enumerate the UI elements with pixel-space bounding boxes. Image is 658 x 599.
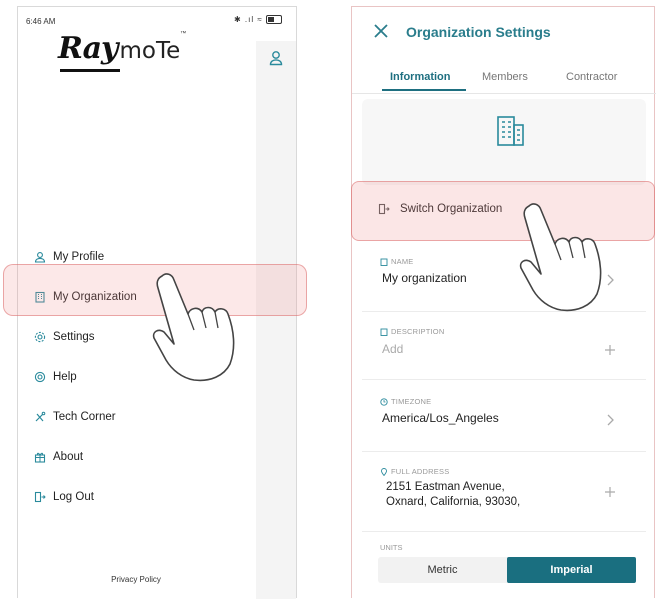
- drawer-backdrop[interactable]: [256, 41, 296, 599]
- gear-icon: [34, 331, 46, 343]
- menu-item-tech-corner[interactable]: Tech Corner: [18, 397, 257, 437]
- menu-label: Tech Corner: [53, 411, 116, 423]
- privacy-policy-link[interactable]: Privacy Policy: [18, 575, 254, 584]
- gift-icon: [34, 451, 46, 463]
- menu-label: About: [53, 451, 84, 463]
- tab-information[interactable]: Information: [390, 71, 451, 83]
- menu-label: Log Out: [53, 491, 94, 503]
- description-label: DESCRIPTION: [391, 327, 445, 336]
- address-label: FULL ADDRESS: [391, 467, 450, 476]
- lifebuoy-icon: [34, 371, 46, 383]
- close-icon[interactable]: [372, 22, 390, 40]
- status-time: 6:46 AM: [26, 17, 56, 26]
- status-icons: ✱ .ıl ≈: [234, 15, 282, 25]
- address-field[interactable]: FULL ADDRESS 2151 Eastman Avenue, Oxnard…: [362, 459, 646, 532]
- building-small-icon: [380, 328, 388, 336]
- chevron-right-icon[interactable]: [604, 413, 616, 427]
- tabs-divider: [352, 93, 656, 94]
- timezone-label-row: TIMEZONE: [380, 397, 431, 406]
- person-icon: [34, 251, 46, 263]
- address-line-2: Oxnard, California, 93030,: [386, 496, 521, 508]
- description-label-row: DESCRIPTION: [380, 327, 444, 336]
- plus-icon[interactable]: [604, 485, 616, 499]
- logout-icon: [34, 491, 46, 503]
- units-segmented-control: Metric Imperial: [378, 557, 636, 583]
- logo-underline: [60, 69, 120, 72]
- profile-icon[interactable]: [268, 50, 284, 66]
- menu-label: Settings: [53, 331, 95, 343]
- battery-icon: [266, 15, 282, 25]
- menu-label: My Profile: [53, 251, 105, 263]
- address-label-row: FULL ADDRESS: [380, 467, 449, 476]
- location-pin-icon: [381, 467, 387, 476]
- timezone-label: TIMEZONE: [391, 397, 432, 406]
- plus-icon[interactable]: [604, 343, 616, 357]
- units-label: UNITS: [380, 543, 403, 552]
- name-label: NAME: [391, 257, 414, 266]
- menu-label: Help: [53, 371, 77, 383]
- name-label-row: NAME: [380, 257, 413, 266]
- units-imperial-button[interactable]: Imperial: [507, 557, 636, 583]
- tab-contractor[interactable]: Contractor: [566, 71, 617, 83]
- pointing-hand-icon: [152, 273, 235, 382]
- building-small-icon: [380, 258, 388, 266]
- page-title: Organization Settings: [406, 24, 551, 40]
- logo-light-text: moTe: [119, 38, 181, 64]
- logo-bold-text: Ray: [58, 31, 118, 66]
- active-tab-indicator: [382, 89, 466, 91]
- timezone-field[interactable]: TIMEZONE America/Los_Angeles: [362, 387, 646, 452]
- tab-members[interactable]: Members: [482, 71, 528, 83]
- pointing-hand-icon: [519, 203, 602, 312]
- logo-trademark: ™: [180, 31, 187, 37]
- units-metric-button[interactable]: Metric: [378, 557, 507, 583]
- name-value: My organization: [382, 271, 467, 285]
- timezone-value: America/Los_Angeles: [382, 411, 499, 425]
- tools-icon: [34, 411, 46, 423]
- office-building-icon: [494, 113, 526, 149]
- menu-item-log-out[interactable]: Log Out: [18, 477, 257, 517]
- description-placeholder: Add: [382, 342, 404, 356]
- description-field[interactable]: DESCRIPTION Add: [362, 315, 646, 380]
- status-signals: ✱ .ıl ≈: [234, 15, 263, 24]
- clock-icon: [380, 397, 388, 406]
- raymote-logo: RaymoTe™: [58, 31, 238, 71]
- address-line-1: 2151 Eastman Avenue,: [386, 481, 505, 493]
- menu-item-about[interactable]: About: [18, 437, 257, 477]
